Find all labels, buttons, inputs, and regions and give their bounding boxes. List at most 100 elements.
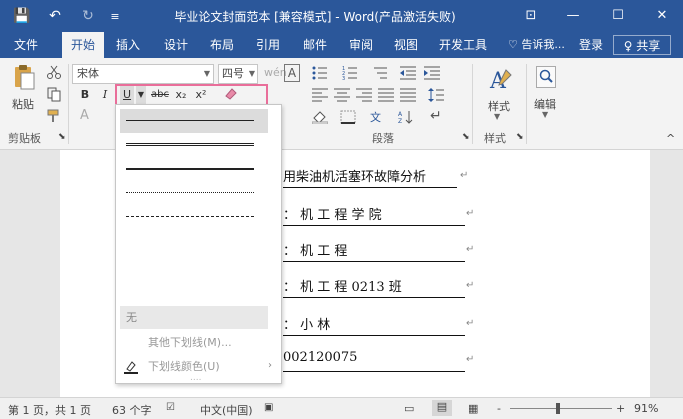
paragraph-launcher-icon[interactable]: ⬊ (462, 132, 470, 142)
underline-option-dashdotdot[interactable] (120, 253, 268, 277)
collapse-ribbon-icon[interactable]: ^ (666, 132, 675, 145)
zoom-in-button[interactable]: + (616, 402, 625, 415)
language-indicator[interactable]: 中文(中国) (200, 402, 253, 418)
underline-option-dashdot[interactable] (120, 229, 268, 253)
paste-icon[interactable] (12, 64, 36, 92)
redo-icon[interactable]: ↻ (78, 6, 98, 26)
undo-icon[interactable]: ↶ (44, 6, 66, 26)
read-mode-icon[interactable]: ▭ (404, 402, 414, 415)
font-size-input[interactable]: 四号 ▼ (218, 64, 258, 84)
underline-option-wavy[interactable] (120, 277, 268, 301)
underline-option-dashed[interactable] (120, 205, 268, 229)
sort-icon[interactable]: AZ (398, 110, 414, 125)
styles-group-label: 样式 (484, 132, 506, 145)
tab-layout[interactable]: 布局 (204, 32, 240, 58)
more-underlines-menu-item[interactable]: 其他下划线(M)... (120, 332, 278, 354)
zoom-slider[interactable] (510, 408, 612, 409)
minimize-button[interactable]: — (560, 4, 586, 26)
word-count[interactable]: 63 个字 (112, 402, 152, 418)
vertical-scrollbar[interactable] (665, 150, 683, 397)
tab-developer[interactable]: 开发工具 (434, 32, 492, 58)
macro-record-icon[interactable]: ▣ (264, 402, 273, 413)
styles-launcher-icon[interactable]: ⬊ (516, 132, 524, 142)
page-count[interactable]: 第 1 页，共 1 页 (8, 402, 91, 418)
doc-line-title[interactable]: 用柴油机活塞环故障分析 (283, 166, 457, 188)
text-effects-icon[interactable]: A (80, 108, 89, 123)
underline-option-none[interactable]: 无 (120, 306, 268, 329)
tab-home[interactable]: 开始 (62, 32, 104, 58)
underline-option-double[interactable] (120, 133, 268, 157)
line-spacing-icon[interactable] (428, 88, 444, 102)
italic-button[interactable]: I (98, 85, 112, 105)
underline-color-icon (124, 360, 138, 374)
chevron-down-icon: ▼ (248, 69, 255, 78)
svg-text:A: A (398, 111, 403, 118)
svg-text:3: 3 (342, 76, 345, 80)
styles-icon[interactable]: A (488, 66, 514, 94)
multilevel-list-icon[interactable] (372, 66, 388, 80)
web-layout-icon[interactable]: ▦ (468, 402, 478, 415)
restore-button[interactable]: ☐ (605, 4, 631, 26)
tell-me-search[interactable]: ♡ 告诉我... (508, 32, 565, 58)
doc-line-id[interactable]: 002120075 (283, 350, 465, 372)
copy-icon[interactable] (46, 86, 62, 102)
tab-review[interactable]: 审阅 (343, 32, 379, 58)
doc-line-name[interactable]: ： 小 林 (283, 314, 465, 336)
svg-text:Z: Z (398, 118, 402, 124)
ribbon-tabs: 文件 开始 插入 设计 布局 引用 邮件 审阅 视图 开发工具 ♡ 告诉我...… (0, 32, 683, 58)
doc-line-class[interactable]: ： 机 工 程 0213 班 (283, 276, 465, 298)
underline-option-solid[interactable] (120, 109, 268, 133)
clipboard-launcher-icon[interactable]: ⬊ (58, 132, 66, 142)
tab-mailings[interactable]: 邮件 (297, 32, 333, 58)
borders-icon[interactable] (340, 110, 356, 124)
character-border-icon[interactable]: A (284, 64, 300, 82)
justify-icon[interactable] (378, 88, 394, 102)
zoom-level[interactable]: 91% (634, 402, 658, 415)
zoom-slider-thumb[interactable] (556, 403, 560, 414)
close-button[interactable]: ✕ (649, 4, 675, 26)
font-name-input[interactable]: 宋体 ▼ (72, 64, 214, 84)
ribbon-display-options-icon[interactable]: ⊡ (518, 4, 544, 26)
increase-indent-icon[interactable] (424, 66, 440, 80)
bold-button[interactable]: B (78, 85, 92, 105)
print-layout-icon[interactable]: ▤ (432, 400, 452, 416)
login-link[interactable]: 登录 (579, 32, 603, 58)
underline-option-thick[interactable] (120, 157, 268, 181)
align-right-icon[interactable] (356, 88, 372, 102)
zoom-out-button[interactable]: - (497, 402, 501, 415)
customize-quick-access-icon[interactable]: ≡ (108, 6, 122, 26)
bullets-icon[interactable] (312, 66, 328, 80)
tab-insert[interactable]: 插入 (110, 32, 146, 58)
doc-line-college[interactable]: ： 机 工 程 学 院 (283, 204, 465, 226)
decrease-indent-icon[interactable] (400, 66, 416, 80)
save-icon[interactable]: 💾 (12, 6, 32, 26)
doc-line-major[interactable]: ： 机 工 程 (283, 240, 465, 262)
tab-file[interactable]: 文件 (6, 32, 46, 58)
underline-style-dropdown: 无 其他下划线(M)... 下划线颜色(U) › .... (115, 104, 282, 384)
asian-layout-icon[interactable]: 文 (370, 110, 390, 124)
tab-view[interactable]: 视图 (388, 32, 424, 58)
proofing-icon[interactable]: ☑ (166, 402, 175, 413)
share-button[interactable]: ♀ 共享 (613, 35, 671, 55)
numbering-icon[interactable]: 123 (342, 66, 358, 82)
format-painter-icon[interactable] (46, 108, 62, 124)
tab-design[interactable]: 设计 (158, 32, 194, 58)
text-underline (283, 261, 465, 262)
paragraph-mark-icon: ↵ (466, 208, 475, 219)
distributed-icon[interactable] (400, 88, 416, 102)
doc-line-name-text: ： 小 林 (283, 318, 331, 333)
align-center-icon[interactable] (334, 88, 350, 102)
text-underline (283, 371, 465, 372)
show-formatting-marks-icon[interactable]: ↵ (430, 108, 442, 124)
align-left-icon[interactable] (312, 88, 328, 102)
paste-button-label[interactable]: 粘贴 (12, 96, 34, 112)
resize-grip-icon[interactable]: .... (190, 373, 201, 383)
chevron-down-icon: ▼ (203, 69, 210, 78)
shading-icon[interactable] (311, 110, 329, 125)
paragraph-group-label: 段落 (372, 132, 394, 145)
tab-references[interactable]: 引用 (250, 32, 286, 58)
underline-option-dotted[interactable] (120, 181, 268, 205)
cut-icon[interactable] (46, 64, 62, 80)
find-icon[interactable] (536, 66, 556, 88)
text-underline (283, 297, 465, 298)
